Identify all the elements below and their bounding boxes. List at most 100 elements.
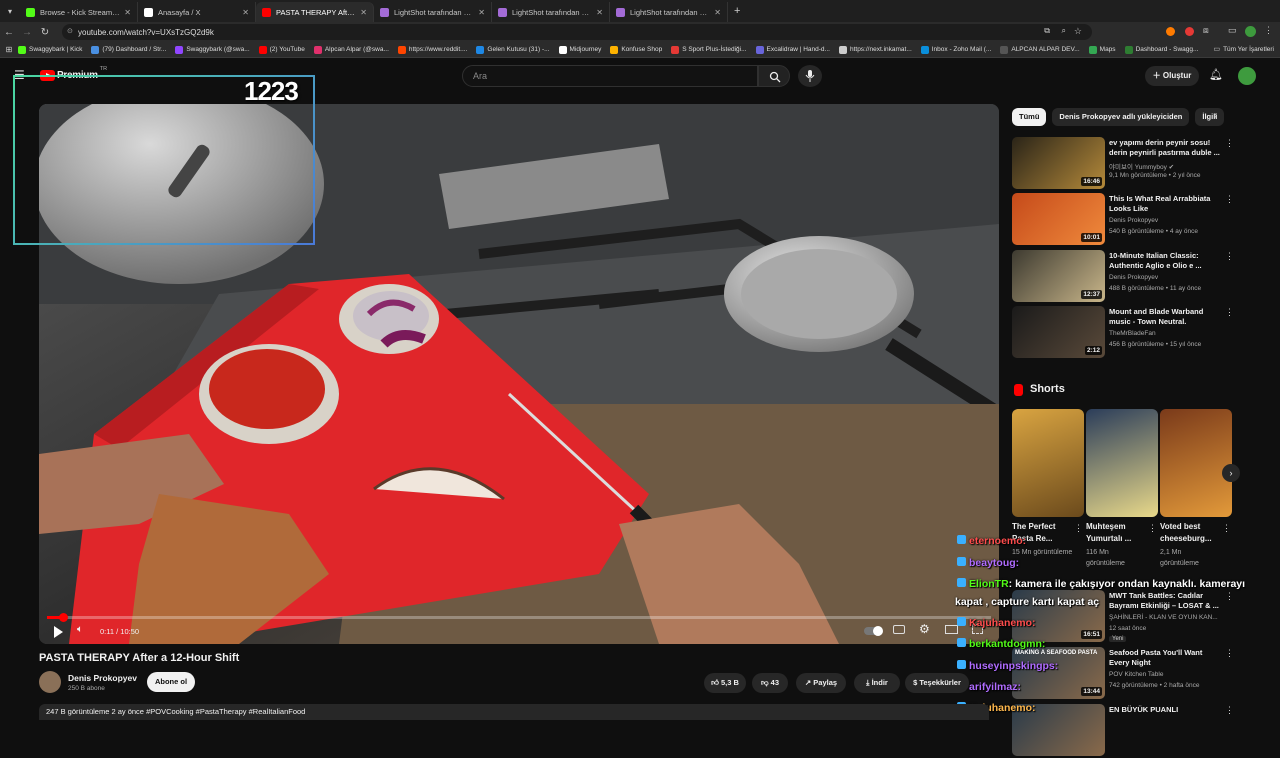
short-more-icon[interactable]: ⋮ (1074, 523, 1083, 534)
browser-tab[interactable]: LightShot tarafından Ekran Gör… ✕ (374, 2, 492, 22)
new-tab-button[interactable]: + (734, 5, 740, 17)
bookmark-star-icon[interactable]: ☆ (1074, 26, 1082, 37)
recommended-video[interactable]: 2:12 Mount and Blade Warband music - Town… (1012, 306, 1242, 360)
recommended-title[interactable]: This Is What Real Arrabbiata Looks Like (1109, 194, 1221, 214)
chips-next-icon[interactable]: › (1214, 110, 1217, 121)
search-button[interactable] (758, 65, 790, 87)
bookmark-item[interactable]: Maps (1088, 45, 1116, 54)
extension-icon[interactable] (1166, 27, 1175, 36)
recommended-title[interactable]: Mount and Blade Warband music - Town Neu… (1109, 307, 1221, 327)
channel-name[interactable]: Denis Prokopyev (68, 673, 137, 683)
tab-close-icon[interactable]: ✕ (360, 8, 367, 17)
bookmark-item[interactable]: https://www.reddit.... (397, 45, 467, 54)
progress-knob[interactable] (59, 613, 69, 622)
recommended-title[interactable]: ev yapımı derin peynir sosu! derin peyni… (1109, 138, 1221, 158)
short-title[interactable]: Muhteşem Yumurtalı ... (1086, 521, 1148, 545)
all-bookmarks[interactable]: ▭ Tüm Yer İşaretleri (1213, 45, 1274, 54)
progress-bar[interactable] (47, 613, 991, 622)
more-options-icon[interactable]: ⋮ (1225, 307, 1234, 318)
recommended-channel[interactable]: TheMrBladeFan (1109, 330, 1156, 337)
subscribe-button[interactable]: Abone ol (147, 672, 195, 692)
bookmark-item[interactable]: Konfuse Shop (610, 45, 662, 54)
settings-gear-icon[interactable]: ⚙ (919, 622, 930, 636)
short-thumbnail[interactable] (1012, 409, 1084, 517)
browser-tab[interactable]: LightShot tarafından Ekran Gör… ✕ (492, 2, 610, 22)
video-thumbnail[interactable]: 10:01 (1012, 193, 1105, 245)
bookmark-item[interactable]: (79) Dashboard / Str... (91, 45, 166, 54)
short-more-icon[interactable]: ⋮ (1148, 523, 1157, 534)
url-input[interactable]: ⊙ youtube.com/watch?v=UXsTzGQ2d9k ☆ ⌕ ⧉ (62, 24, 1092, 40)
video-thumbnail[interactable]: 2:12 (1012, 306, 1105, 358)
account-avatar[interactable] (1238, 67, 1256, 85)
profile-avatar[interactable] (1245, 26, 1256, 37)
more-options-icon[interactable]: ⋮ (1225, 194, 1234, 205)
recommended-title[interactable]: MWT Tank Battles: Cadılar Bayramı Etkinl… (1109, 591, 1221, 611)
bookmark-item[interactable]: Dashboard - Swagg... (1124, 45, 1198, 54)
tab-search-button[interactable]: ▾ (0, 7, 20, 16)
zoom-icon[interactable]: ⌕ (1062, 26, 1066, 36)
recommended-video[interactable]: 16:46 ev yapımı derin peynir sosu! derin … (1012, 137, 1242, 191)
bookmark-item[interactable]: (2) YouTube (258, 45, 305, 54)
search-input[interactable]: Ara (462, 65, 758, 87)
bookmark-item[interactable]: Alpcan Alpar (@swa... (313, 45, 389, 54)
download-button[interactable]: ⤓ İndir (854, 673, 900, 693)
bookmark-item[interactable]: Excalidraw | Hand-d... (755, 45, 830, 54)
browser-tab[interactable]: LightShot tarafından Ekran Gör… ✕ (610, 2, 728, 22)
recommended-video[interactable]: 10:01 This Is What Real Arrabbiata Looks … (1012, 193, 1242, 247)
reload-button[interactable]: ↻ (36, 27, 54, 38)
short-thumbnail[interactable] (1160, 409, 1232, 517)
tab-close-icon[interactable]: ✕ (478, 8, 485, 17)
bookmark-item[interactable]: Inbox - Zoho Mail (... (920, 45, 991, 54)
more-options-icon[interactable]: ⋮ (1225, 648, 1234, 659)
site-info-icon[interactable]: ⊙ (67, 27, 73, 35)
recommended-channel[interactable]: ŞAHİNLERİ - KLAN VE OYUN KAN... (1109, 614, 1218, 621)
browser-menu-icon[interactable]: ⋮ (1264, 25, 1273, 36)
more-options-icon[interactable]: ⋮ (1225, 251, 1234, 262)
filter-chip[interactable]: Denis Prokopyev adlı yükleyiciden (1052, 108, 1190, 126)
tab-close-icon[interactable]: ✕ (124, 8, 131, 17)
more-options-icon[interactable]: ⋮ (1225, 705, 1234, 716)
video-thumbnail[interactable]: 12:37 (1012, 250, 1105, 302)
short-title[interactable]: Voted best cheeseburg... (1160, 521, 1222, 545)
share-button[interactable]: ↗ Paylaş (796, 673, 846, 693)
bookmark-item[interactable]: Gelen Kutusu (31) -... (476, 45, 550, 54)
recommended-video[interactable]: EN BÜYÜK PUANLI ⋮ (1012, 704, 1242, 758)
short-more-icon[interactable]: ⋮ (1222, 523, 1231, 534)
recommended-channel[interactable]: Denis Prokopyev (1109, 274, 1158, 281)
browser-tab[interactable]: PASTA THERAPY After a 12… ✕ (256, 2, 374, 22)
install-app-icon[interactable]: ⧉ (1044, 26, 1050, 36)
tab-close-icon[interactable]: ✕ (596, 8, 603, 17)
recommended-title[interactable]: 10-Minute Italian Classic: Authentic Agl… (1109, 251, 1221, 271)
tab-close-icon[interactable]: ✕ (714, 8, 721, 17)
short-thumbnail[interactable] (1086, 409, 1158, 517)
recommended-title[interactable]: EN BÜYÜK PUANLI (1109, 705, 1221, 715)
forward-button[interactable]: → (18, 27, 36, 38)
recommended-title[interactable]: Seafood Pasta You'll Want Every Night (1109, 648, 1221, 668)
back-button[interactable]: ← (0, 27, 18, 38)
more-options-icon[interactable]: ⋮ (1225, 591, 1234, 602)
recommended-channel[interactable]: Denis Prokopyev (1109, 217, 1158, 224)
filter-chip[interactable]: Tümü (1012, 108, 1047, 126)
description-box[interactable]: 247 B görüntüleme 2 ay önce #POVCooking … (39, 704, 989, 720)
video-thumbnail[interactable]: MAKING A SEAFOOD PASTA 13:44 (1012, 647, 1105, 699)
bookmark-item[interactable]: ALPCAN ALPAR DEV... (1000, 45, 1080, 54)
apps-grid-icon[interactable]: ⊞ (0, 45, 18, 54)
bookmark-item[interactable]: Swaggybark (@swa... (175, 45, 250, 54)
recommended-channel[interactable]: 야미보이 Yummyboy ✔ (1109, 161, 1174, 171)
filter-chip[interactable]: İlgili (1195, 108, 1225, 126)
thanks-button[interactable]: $ Teşekkürler (905, 673, 969, 693)
video-thumbnail[interactable]: 16:46 (1012, 137, 1105, 189)
side-panel-icon[interactable]: ▭ (1228, 25, 1237, 36)
recommended-video[interactable]: 12:37 10-Minute Italian Classic: Authenti… (1012, 250, 1242, 304)
dislike-button[interactable]: 👎︎ 43 (752, 673, 788, 693)
subtitles-icon[interactable] (893, 625, 905, 634)
recommended-video[interactable]: MAKING A SEAFOOD PASTA 13:44 Seafood Pasta… (1012, 647, 1242, 701)
extensions-puzzle-icon[interactable]: ⧈ (1203, 25, 1209, 36)
tab-close-icon[interactable]: ✕ (242, 8, 249, 17)
play-button[interactable] (54, 626, 63, 638)
bookmark-item[interactable]: S Sport Plus-İstediği... (671, 45, 747, 54)
like-button[interactable]: 👍︎ 5,3 B (704, 673, 746, 693)
voice-search-button[interactable] (798, 65, 822, 87)
bookmark-item[interactable]: Midjourney (558, 45, 601, 54)
more-options-icon[interactable]: ⋮ (1225, 138, 1234, 149)
